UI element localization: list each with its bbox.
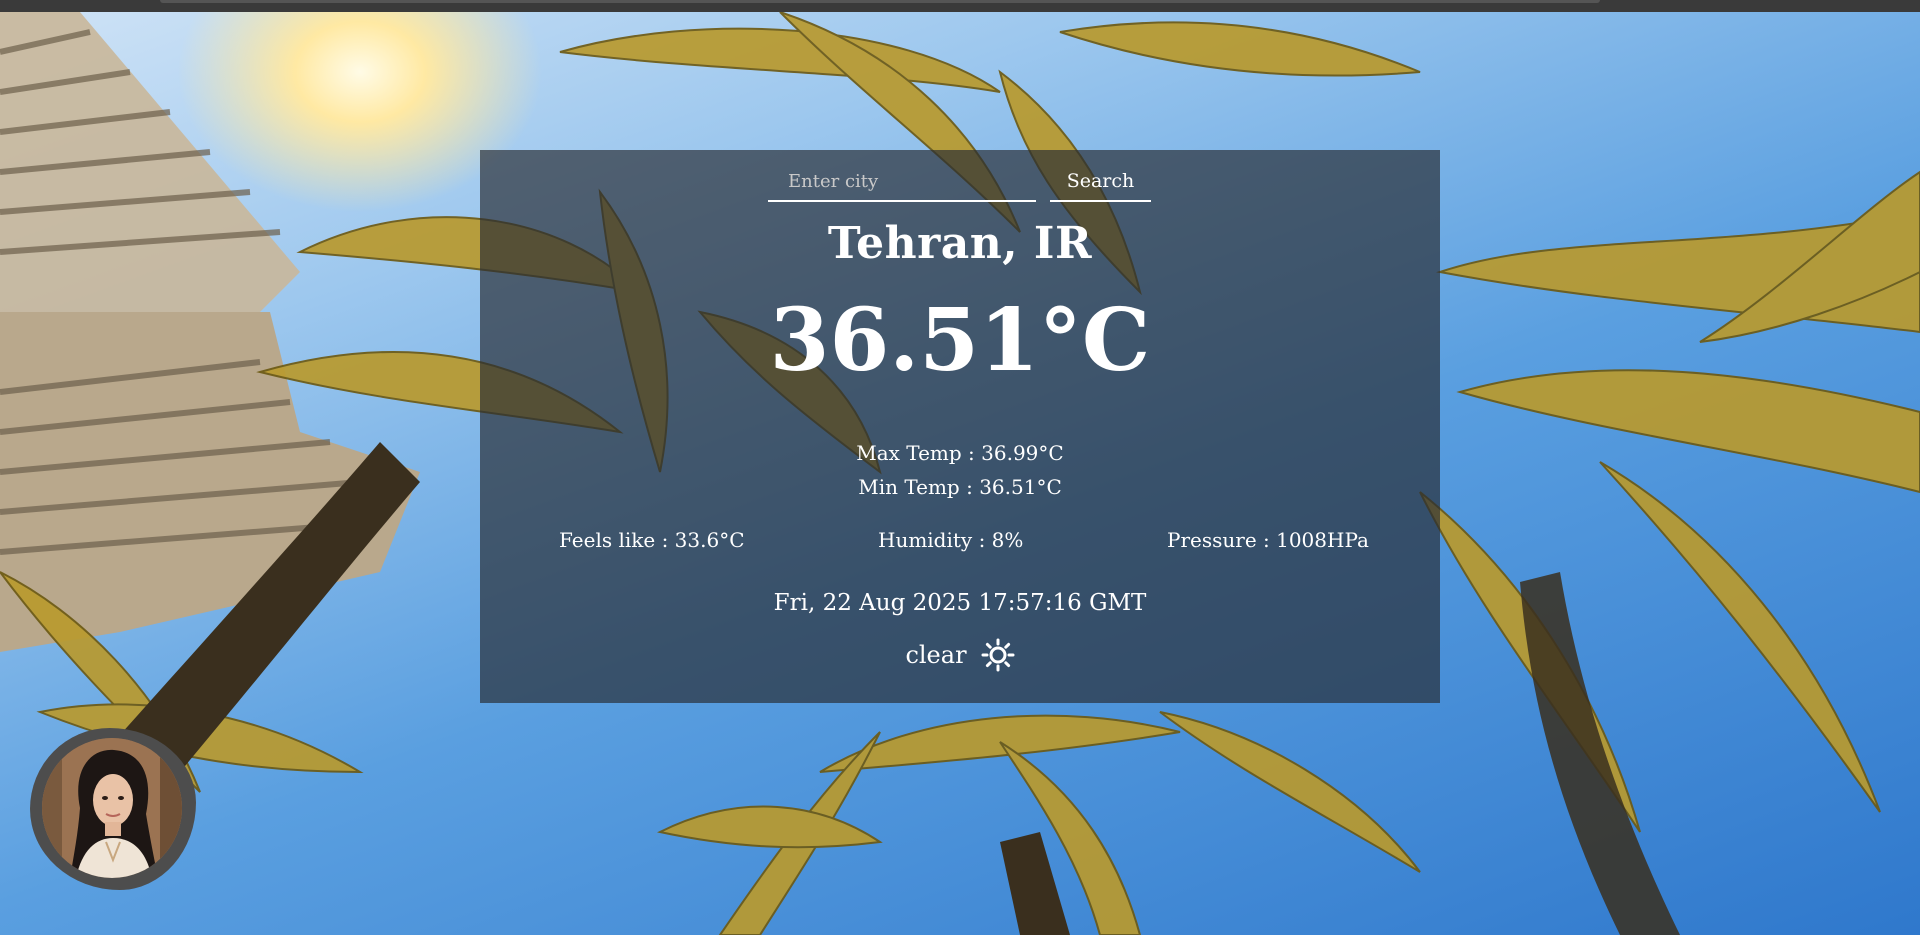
city-name: Tehran, IR: [827, 218, 1093, 269]
search-button[interactable]: Search: [1050, 162, 1151, 202]
date-time: Fri, 22 Aug 2025 17:57:16 GMT: [773, 590, 1147, 616]
browser-top-bar: [0, 0, 1920, 12]
current-temperature: 36.51°C: [769, 290, 1151, 391]
min-max-temperature: Max Temp : 36.99°C Min Temp : 36.51°C: [480, 436, 1440, 504]
weather-card: Search Tehran, IR 36.51°C Max Temp : 36.…: [480, 150, 1440, 703]
search-bar: Search: [768, 156, 1151, 202]
pressure: Pressure : 1008HPa: [1167, 528, 1369, 552]
max-temp: Max Temp : 36.99°C: [856, 441, 1064, 465]
feels-like: Feels like : 33.6°C: [559, 528, 745, 552]
profile-avatar-frame[interactable]: [30, 728, 196, 890]
sun-icon: [981, 638, 1015, 672]
city-search-input[interactable]: [768, 162, 1036, 202]
condition-label: clear: [905, 641, 967, 669]
min-temp: Min Temp : 36.51°C: [858, 475, 1062, 499]
avatar[interactable]: [42, 738, 182, 878]
weather-condition: clear: [480, 638, 1440, 672]
humidity: Humidity : 8%: [878, 528, 1024, 552]
weather-stats: Feels like : 33.6°C Humidity : 8% Pressu…: [480, 528, 1440, 564]
